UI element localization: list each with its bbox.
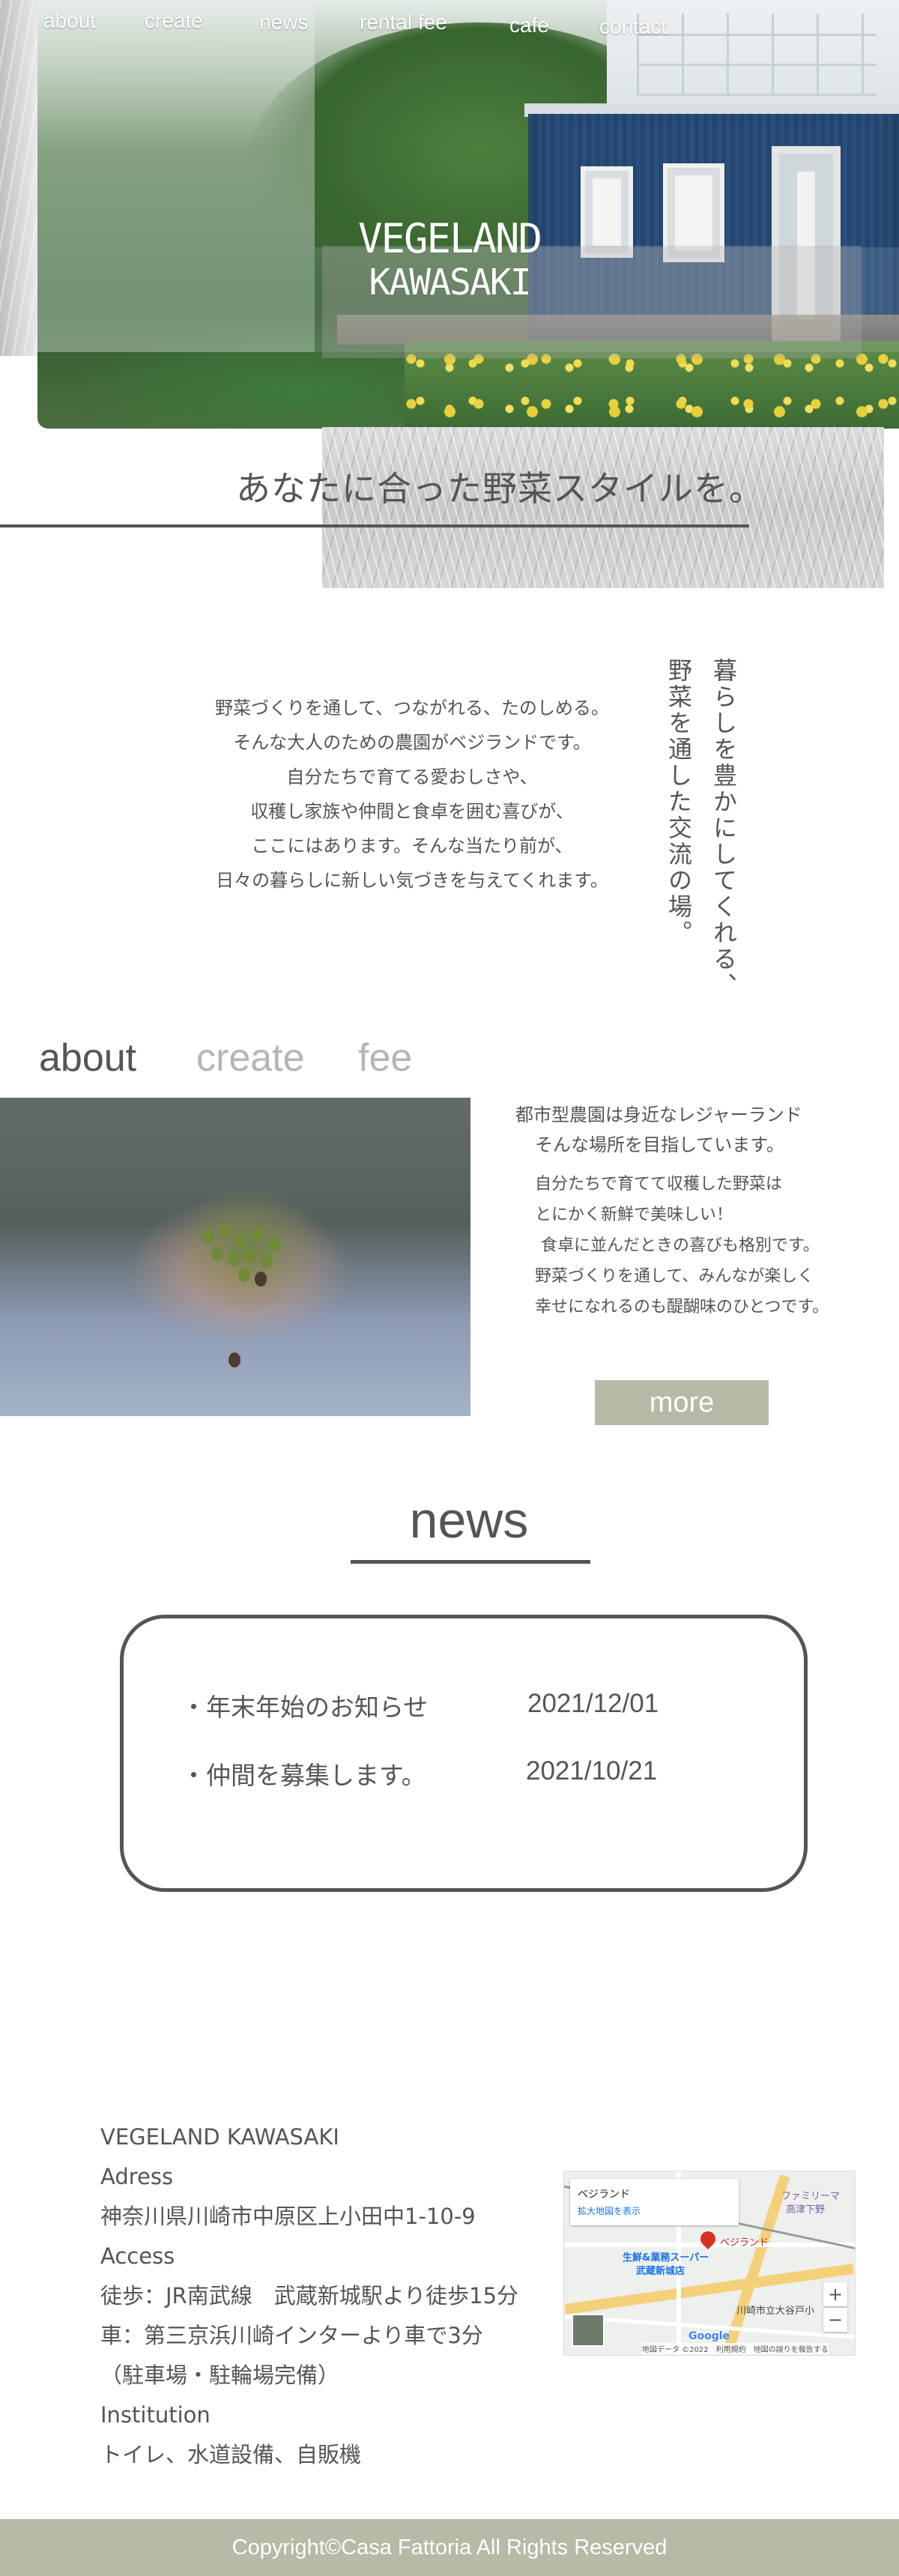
map-poi: 生鮮&業務スーパー bbox=[623, 2252, 709, 2264]
info-line: Institution bbox=[100, 2402, 211, 2428]
about-text: 都市型農園は身近なレジャーランド そんな場所を目指しています。 自分たちで育てて… bbox=[515, 1100, 868, 1322]
nav-contact[interactable]: contact bbox=[599, 15, 667, 39]
about-lead-line: そんな場所を目指しています。 bbox=[535, 1134, 784, 1155]
nav-rental-fee[interactable]: rental fee bbox=[360, 10, 447, 34]
info-line: 徒歩：JR南武線 武蔵新城駅より徒歩15分 bbox=[100, 2283, 519, 2309]
main-nav: about create news rental fee cafe contac… bbox=[0, 0, 899, 52]
intro-line: 日々の暮らしに新しい気づきを与えてくれます。 bbox=[216, 870, 608, 891]
more-button[interactable]: more bbox=[595, 1380, 769, 1425]
hero-title: VEGELAND KAWASAKI bbox=[322, 216, 577, 306]
map-place-card: ベジランド 拡大地図を表示 bbox=[570, 2179, 739, 2225]
nav-about[interactable]: about bbox=[43, 9, 96, 33]
info-line: Access bbox=[100, 2243, 175, 2269]
news-title: news bbox=[409, 1492, 529, 1549]
news-underline bbox=[351, 1560, 590, 1564]
tab-create[interactable]: create bbox=[196, 1035, 305, 1080]
map-poi: 武蔵新城店 bbox=[636, 2266, 685, 2277]
info-line: （駐車場・駐輪場完備） bbox=[100, 2362, 340, 2388]
about-body-line: とにかく新鮮で美味しい！ bbox=[535, 1206, 733, 1224]
intro-line: 収穫し家族や仲間と食卓を囲む喜びが、 bbox=[250, 801, 574, 822]
map-poi: 川崎市立大谷戸小 bbox=[736, 2306, 815, 2317]
hero-left-grass-strip bbox=[0, 0, 37, 356]
hands-with-olives-photo bbox=[0, 1098, 470, 1416]
nav-news[interactable]: news bbox=[259, 10, 308, 34]
nav-create[interactable]: create bbox=[145, 9, 203, 33]
embedded-map[interactable]: ベジランド 拡大地図を表示 ファミリーマ 高津下野 ベジランド 生鮮&業務スーパ… bbox=[563, 2171, 856, 2356]
news-item-title[interactable]: ・仲間を募集します。 bbox=[181, 1756, 426, 1792]
about-body-line: 野菜づくりを通して、みんなが楽しく bbox=[535, 1267, 814, 1286]
footer: Copyright©Casa Fattoria All Rights Reser… bbox=[0, 2519, 899, 2576]
news-box bbox=[120, 1615, 808, 1892]
map-satellite-toggle[interactable] bbox=[572, 2314, 605, 2347]
map-enlarge-link[interactable]: 拡大地図を表示 bbox=[578, 2204, 641, 2217]
about-lead: 都市型農園は身近なレジャーランド そんな場所を目指しています。 bbox=[515, 1100, 868, 1160]
about-body: 自分たちで育てて収穫した野菜は とにかく新鮮で美味しい！ 食卓に並んだときの喜び… bbox=[515, 1169, 868, 1322]
news-item-title[interactable]: ・年末年始のお知らせ bbox=[181, 1687, 428, 1723]
intro-line: そんな大人のための農園がベジランドです。 bbox=[233, 732, 591, 753]
map-poi: ファミリーマ bbox=[781, 2191, 841, 2202]
map-pin-label: ベジランド bbox=[720, 2237, 769, 2249]
info-line: Adress bbox=[100, 2164, 174, 2189]
map-poi: 高津下野 bbox=[786, 2204, 826, 2216]
map-place-name: ベジランド bbox=[578, 2189, 630, 2201]
access-info: VEGELAND KAWASAKI Adress 神奈川県川崎市中原区上小田中1… bbox=[100, 2117, 580, 2475]
vertical-heading-line1: 暮らしを豊かにしてくれる、 bbox=[709, 658, 738, 999]
news-item-date: 2021/12/01 bbox=[527, 1689, 659, 1718]
intro-text: 野菜づくりを通して、つながれる、たのしめる。 そんな大人のための農園がベジランド… bbox=[112, 691, 712, 898]
zoom-in-button[interactable]: + bbox=[823, 2282, 847, 2306]
info-line: トイレ、水道設備、自販機 bbox=[100, 2442, 362, 2467]
tab-fee[interactable]: fee bbox=[358, 1035, 412, 1080]
intro-line: ここにはあります。そんな当たり前が、 bbox=[251, 835, 573, 856]
tab-about[interactable]: about bbox=[39, 1035, 136, 1080]
hero-title-line2: KAWASAKI bbox=[369, 261, 531, 303]
about-lead-line: 都市型農園は身近なレジャーランド bbox=[515, 1104, 802, 1125]
vertical-heading-line2: 野菜を通した交流の場。 bbox=[665, 658, 693, 946]
about-body-line: 食卓に並んだときの喜びも格別です。 bbox=[541, 1236, 820, 1255]
intro-line: 自分たちで育てる愛おしさや、 bbox=[286, 767, 538, 787]
info-line: 車：第三京浜川崎インターより車で3分 bbox=[100, 2323, 483, 2348]
nav-cafe[interactable]: cafe bbox=[509, 13, 549, 37]
info-line: VEGELAND KAWASAKI bbox=[100, 2124, 339, 2150]
map-brand-logo: Google bbox=[688, 2330, 730, 2342]
zoom-out-button[interactable]: − bbox=[823, 2308, 847, 2332]
intro-line: 野菜づくりを通して、つながれる、たのしめる。 bbox=[214, 698, 610, 719]
about-body-line: 自分たちで育てて収穫した野菜は bbox=[535, 1175, 783, 1194]
tagline: あなたに合った野菜スタイルを。 bbox=[236, 468, 764, 509]
cabin-window bbox=[581, 166, 633, 258]
hero-translucent-overlay bbox=[37, 0, 315, 352]
tagline-underline bbox=[0, 524, 749, 527]
info-line: 神奈川県川崎市中原区上小田中1-10-9 bbox=[100, 2204, 476, 2229]
about-body-line: 幸せになれるのも醍醐味のひとつです。 bbox=[535, 1298, 829, 1316]
map-credit[interactable]: 地図データ ©2022 利用規約 地図の誤りを報告する bbox=[642, 2343, 829, 2354]
hero-title-line1: VEGELAND bbox=[357, 215, 542, 262]
news-item-date: 2021/10/21 bbox=[526, 1756, 658, 1786]
